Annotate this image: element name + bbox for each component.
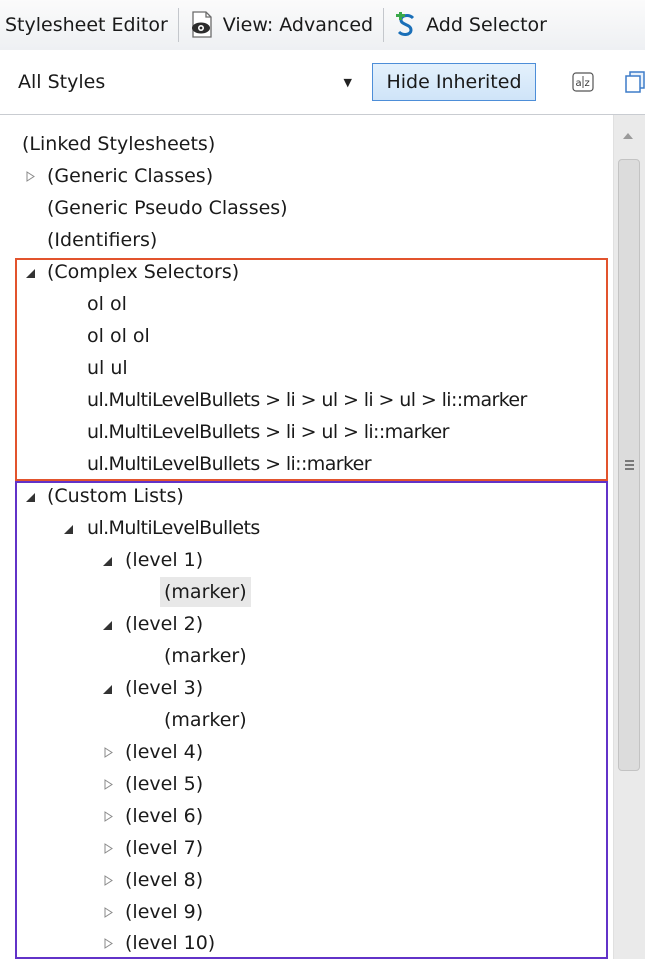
grip-icon xyxy=(625,460,634,472)
new-window-icon[interactable] xyxy=(624,70,645,99)
svg-text:a: a xyxy=(576,78,582,89)
tree-item-label: (Linked Stylesheets) xyxy=(22,133,216,155)
style-filter-dropdown[interactable]: All Styles ▼ xyxy=(8,64,358,100)
tree-item-identifiers[interactable]: (Identifiers) xyxy=(47,225,157,255)
custom-lists-highlight-box xyxy=(15,481,608,959)
complex-selectors-highlight-box xyxy=(15,258,608,481)
add-selector-label: Add Selector xyxy=(426,14,547,36)
hide-inherited-button[interactable]: Hide Inherited xyxy=(372,63,536,101)
chevron-down-icon: ▼ xyxy=(343,75,352,89)
vertical-scrollbar[interactable] xyxy=(613,115,645,959)
tree-item-label: (Identifiers) xyxy=(47,229,158,251)
filter-row: All Styles ▼ Hide Inherited a z xyxy=(0,50,645,115)
hide-inherited-label: Hide Inherited xyxy=(386,71,522,93)
view-advanced-button[interactable]: View: Advanced xyxy=(179,10,383,40)
editor-title: Stylesheet Editor xyxy=(5,14,168,36)
selector-tree: (Linked Stylesheets) (Generic Classes) (… xyxy=(0,115,612,959)
tree-item-linked-stylesheets[interactable]: (Linked Stylesheets) xyxy=(22,129,215,159)
style-filter-value: All Styles xyxy=(18,71,106,93)
editor-toolbar: Stylesheet Editor View: Advanced Add Sel… xyxy=(0,0,645,51)
tree-item-label: (Generic Pseudo Classes) xyxy=(47,197,288,219)
sort-alphabetical-icon[interactable]: a z xyxy=(572,72,594,97)
view-advanced-label: View: Advanced xyxy=(222,14,374,36)
expand-triangle-icon[interactable] xyxy=(23,161,37,191)
tree-item-generic-classes[interactable]: (Generic Classes) xyxy=(47,161,213,191)
scrollbar-thumb[interactable] xyxy=(618,159,640,771)
eye-document-icon xyxy=(189,10,215,40)
svg-text:z: z xyxy=(585,78,590,89)
add-selector-icon xyxy=(394,12,418,38)
tree-item-label: (Generic Classes) xyxy=(47,165,214,187)
add-selector-button[interactable]: Add Selector xyxy=(384,12,557,38)
tree-item-generic-pseudo-classes[interactable]: (Generic Pseudo Classes) xyxy=(47,193,288,223)
scroll-up-arrow-icon[interactable] xyxy=(623,133,633,139)
